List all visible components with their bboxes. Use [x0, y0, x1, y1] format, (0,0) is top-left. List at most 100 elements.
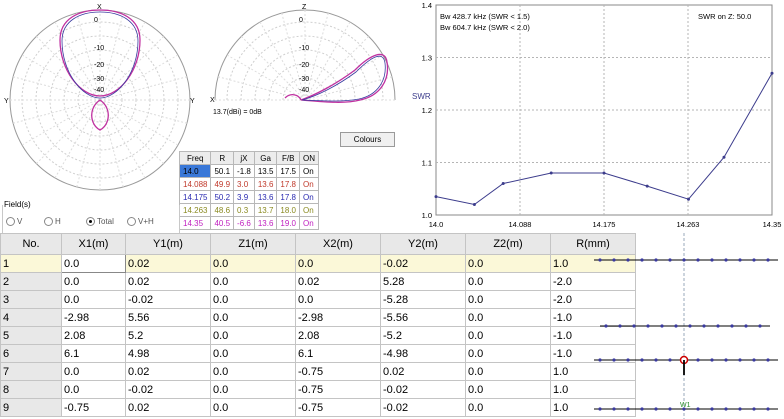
- freq-row[interactable]: 14.35 40.5 -6.6 13.6 19.0 On: [178, 216, 319, 230]
- az-label-20: -20: [94, 62, 104, 69]
- wire-col-header[interactable]: Y2(m): [380, 233, 466, 255]
- freq-row[interactable]: 14.0 50.1 -1.8 13.5 17.5 On: [178, 164, 319, 178]
- wire-cell[interactable]: 0.02: [295, 272, 381, 291]
- wire-cell[interactable]: -5.56: [380, 308, 466, 327]
- wire-cell[interactable]: 0.0: [465, 326, 551, 345]
- wire-cell[interactable]: 0.0: [210, 290, 296, 309]
- wire-cell[interactable]: 0.0: [465, 308, 551, 327]
- wire-cell[interactable]: 0.0: [210, 308, 296, 327]
- wire-cell[interactable]: -0.75: [295, 380, 381, 399]
- wire-cell[interactable]: 0.0: [210, 326, 296, 345]
- freq-cell: 40.5: [210, 216, 235, 230]
- field-radio-h[interactable]: H: [44, 217, 61, 226]
- wire-col-header[interactable]: Y1(m): [125, 233, 211, 255]
- wire-row[interactable]: 2 0.0 0.02 0.0 0.02 5.28 0.0 -2.0: [0, 272, 636, 291]
- wire-cell[interactable]: 4.98: [125, 344, 211, 363]
- wire-cell[interactable]: 0.0: [465, 272, 551, 291]
- wire-col-header[interactable]: Z2(m): [465, 233, 551, 255]
- freq-cell: 14.263: [178, 203, 212, 217]
- polar-spoke: [99, 99, 179, 146]
- wire-cell[interactable]: 0.0: [210, 362, 296, 381]
- wire-cell[interactable]: 0.0: [61, 290, 126, 309]
- wire-cell[interactable]: -5.2: [380, 326, 466, 345]
- az-label-0: 0: [94, 17, 98, 24]
- wire-cell[interactable]: 0.0: [61, 272, 126, 291]
- wire-cell[interactable]: -0.75: [61, 398, 126, 417]
- wire-cell[interactable]: 0.0: [61, 362, 126, 381]
- wire-cell[interactable]: 5.28: [380, 272, 466, 291]
- wire-cell[interactable]: -0.02: [380, 380, 466, 399]
- freq-row[interactable]: 14.088 49.9 3.0 13.6 17.8 On: [178, 177, 319, 191]
- radio-dot: [6, 217, 15, 226]
- segment-dot: [744, 324, 748, 328]
- wire-cell[interactable]: 2.08: [61, 326, 126, 345]
- wire-row[interactable]: 3 0.0 -0.02 0.0 0.0 -5.28 0.0 -2.0: [0, 290, 636, 309]
- wire-cell[interactable]: 0.02: [125, 272, 211, 291]
- wire-row[interactable]: 7 0.0 0.02 0.0 -0.75 0.02 0.0 1.0: [0, 362, 636, 381]
- wire-row[interactable]: 5 2.08 5.2 0.0 2.08 -5.2 0.0 -1.0: [0, 326, 636, 345]
- freq-row[interactable]: 14.263 48.6 0.3 13.7 18.0 On: [178, 203, 319, 217]
- wire-row[interactable]: 6 6.1 4.98 0.0 6.1 -4.98 0.0 -1.0: [0, 344, 636, 363]
- wire-cell[interactable]: 0.02: [125, 254, 211, 273]
- segment-dot: [626, 258, 630, 262]
- wire-cell[interactable]: 0.0: [210, 254, 296, 273]
- wire-cell[interactable]: -2.98: [295, 308, 381, 327]
- wire-col-header[interactable]: Z1(m): [210, 233, 296, 255]
- wire-cell[interactable]: -5.28: [380, 290, 466, 309]
- wire-cell[interactable]: -0.75: [295, 362, 381, 381]
- wire-cell[interactable]: 0.0: [465, 344, 551, 363]
- swr-x-tick: 14.35: [763, 220, 782, 229]
- segment-dot: [752, 358, 756, 362]
- wire-col-header[interactable]: X1(m): [61, 233, 126, 255]
- wire-cell[interactable]: 6.1: [61, 344, 126, 363]
- field-radio-total[interactable]: Total: [86, 217, 114, 226]
- swr-y-label: SWR: [412, 92, 431, 101]
- wire-cell[interactable]: 0.0: [465, 290, 551, 309]
- wire-row-number: 4: [0, 308, 62, 327]
- field-radio-v[interactable]: V: [6, 217, 22, 226]
- wire-col-header[interactable]: X2(m): [295, 233, 381, 255]
- wire-col-header[interactable]: No.: [0, 233, 62, 255]
- wire-row[interactable]: 8 0.0 -0.02 0.0 -0.75 -0.02 0.0 1.0: [0, 380, 636, 399]
- polar-spoke: [304, 76, 393, 101]
- polar-spoke: [76, 99, 101, 188]
- wire-cell[interactable]: 0.02: [125, 398, 211, 417]
- wire-row[interactable]: 4 -2.98 5.56 0.0 -2.98 -5.56 0.0 -1.0: [0, 308, 636, 327]
- freq-cell: 13.5: [253, 164, 278, 178]
- swr-point: [501, 182, 505, 185]
- wire-cell[interactable]: -4.98: [380, 344, 466, 363]
- wire-table[interactable]: No. X1(m) Y1(m) Z1(m) X2(m) Y2(m) Z2(m) R(mm) 1…: [0, 233, 636, 417]
- wire-cell[interactable]: -0.02: [125, 380, 211, 399]
- wire-cell[interactable]: -0.75: [295, 398, 381, 417]
- wire-cell[interactable]: 6.1: [295, 344, 381, 363]
- segment-dot: [668, 358, 672, 362]
- freq-row[interactable]: 14.175 50.2 3.9 13.6 17.8 On: [178, 190, 319, 204]
- wire-row[interactable]: 9 -0.75 0.02 0.0 -0.75 -0.02 0.0 1.0: [0, 398, 636, 417]
- wire-cell[interactable]: 0.0: [295, 254, 381, 273]
- wire-cell[interactable]: 0.02: [125, 362, 211, 381]
- field-radio-vh[interactable]: V+H: [127, 217, 154, 226]
- wire-cell[interactable]: 0.0: [465, 362, 551, 381]
- wire-cell[interactable]: 2.08: [295, 326, 381, 345]
- freq-cell: On: [299, 177, 319, 191]
- feed-label: W1: [680, 402, 691, 409]
- wire-row[interactable]: 1 0.0 0.02 0.0 0.0 -0.02 0.0 1.0: [0, 254, 636, 273]
- wire-cell[interactable]: 0.0: [210, 380, 296, 399]
- wire-cell[interactable]: -0.02: [125, 290, 211, 309]
- wire-cell[interactable]: 0.0: [210, 272, 296, 291]
- wire-cell[interactable]: -0.02: [380, 398, 466, 417]
- wire-cell[interactable]: 0.0: [465, 380, 551, 399]
- wire-cell[interactable]: 0.0: [61, 380, 126, 399]
- wire-cell[interactable]: -0.02: [380, 254, 466, 273]
- wire-cell[interactable]: 0.0: [465, 398, 551, 417]
- wire-cell[interactable]: 0.0: [61, 254, 126, 273]
- wire-cell[interactable]: 5.2: [125, 326, 211, 345]
- wire-cell[interactable]: 5.56: [125, 308, 211, 327]
- colours-button[interactable]: Colours: [340, 132, 395, 147]
- wire-cell[interactable]: 0.0: [465, 254, 551, 273]
- wire-cell[interactable]: 0.0: [210, 344, 296, 363]
- wire-cell[interactable]: -2.98: [61, 308, 126, 327]
- wire-cell[interactable]: 0.02: [380, 362, 466, 381]
- wire-cell[interactable]: 0.0: [210, 398, 296, 417]
- wire-cell[interactable]: 0.0: [295, 290, 381, 309]
